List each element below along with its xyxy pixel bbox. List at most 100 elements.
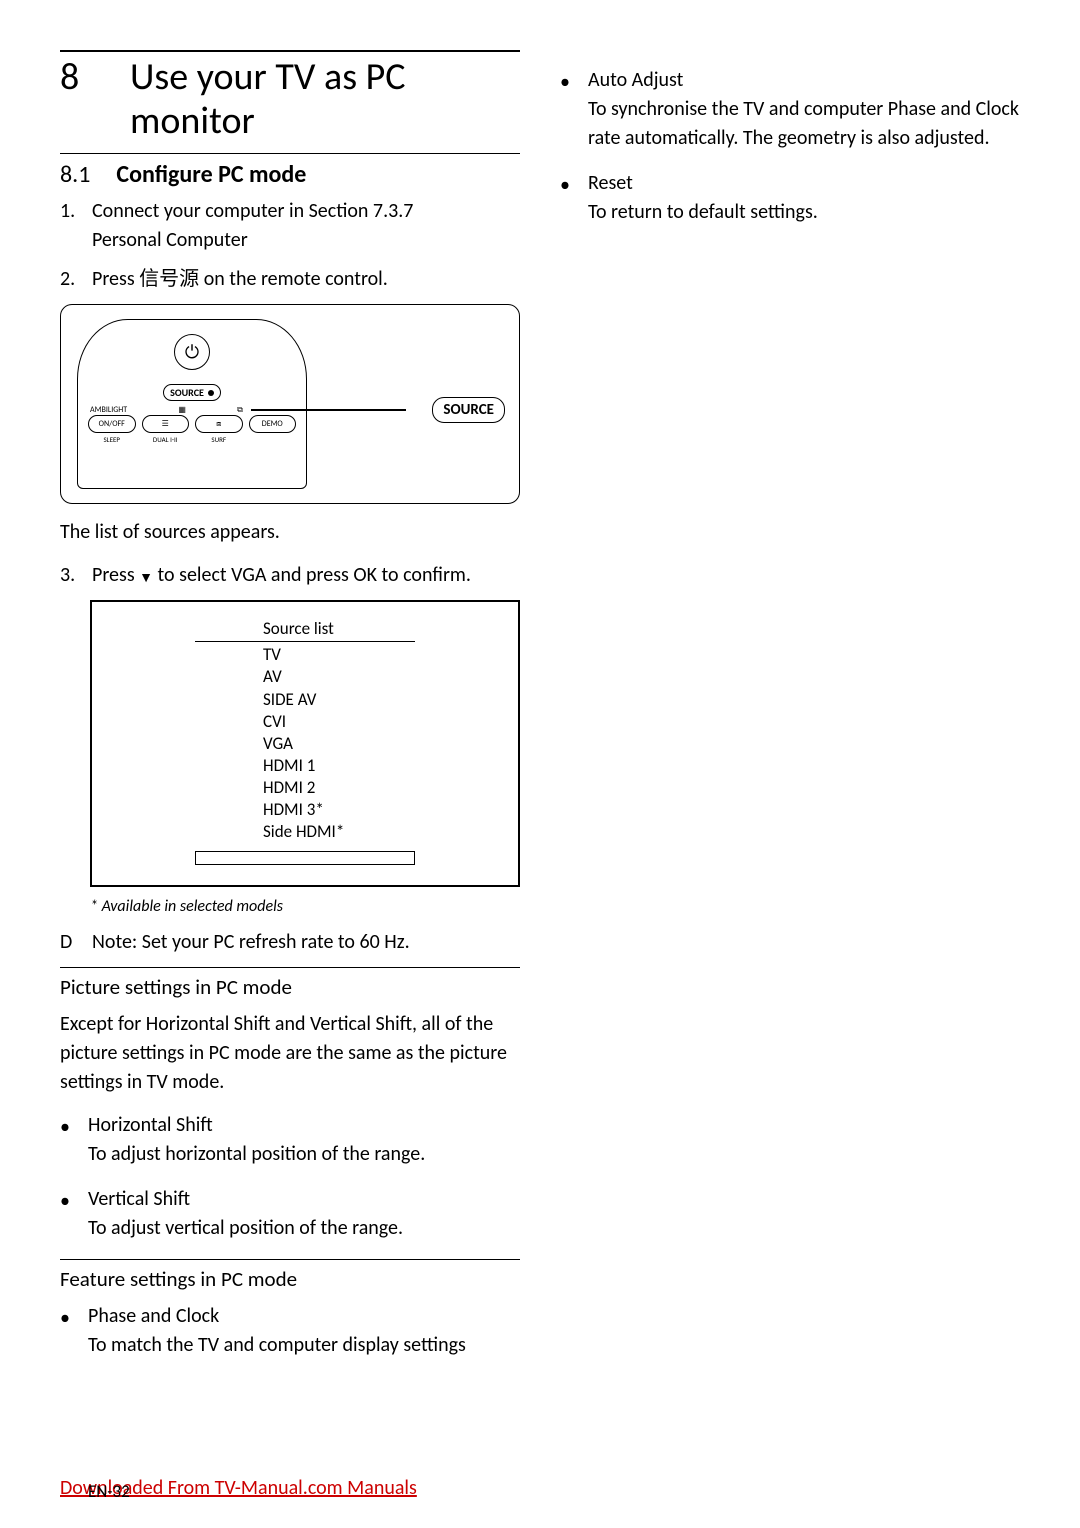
dual-label: DUAL I-II (142, 435, 190, 444)
step-1-secref: Section 7.3.7 (309, 199, 414, 223)
ambilight-label: AMBILIGHT (90, 405, 127, 415)
note-label: Note: (92, 930, 137, 954)
step-3-body: Press ▼ to select VGA and press OK to co… (92, 561, 520, 590)
onoff-button: ON/OFF (88, 415, 136, 433)
note-content: Note: Set your PC refresh rate to 60 Hz. (92, 928, 410, 957)
remote-body: ⏻ SOURCE AMBILIGHT ▦ ⧉ ON/OFF ☰ ⧈ DEMO S… (77, 319, 307, 489)
autoadj-d2: rate automatically. The geometry is also… (588, 126, 990, 150)
reset-content: Reset To return to default settings. (588, 169, 1020, 227)
bullet-autoadjust: • Auto Adjust To synchronise the TV and … (560, 66, 1020, 153)
phaseclock-term: Phase and Clock (88, 1302, 520, 1331)
settings-icon: ⧈ (195, 415, 243, 433)
step-2-suffix: on the remote control. (199, 267, 388, 291)
bullet-dot-icon: • (60, 1302, 70, 1360)
source-list-inner: Source list TV AV SIDE AV CVI VGA HDMI 1… (195, 618, 415, 865)
section-title: Configure PC mode (116, 160, 306, 189)
after-remote-text: The list of sources appears. (60, 518, 520, 547)
phaseclock-desc: To match the TV and computer display set… (88, 1333, 466, 1357)
bullet-phaseclock: • Phase and Clock To match the TV and co… (60, 1302, 520, 1360)
bullet-vshift: • Vertical Shift To adjust vertical posi… (60, 1185, 520, 1243)
picture-bullets: • Horizontal Shift To adjust horizontal … (60, 1111, 520, 1243)
source-pill-label: SOURCE (170, 386, 204, 399)
reset-term: Reset (588, 169, 1020, 198)
section-header: 8.1 Configure PC mode (60, 160, 520, 189)
feature-heading: Feature settings in PC mode (60, 1266, 520, 1292)
step-1: 1. Connect your computer in Section 7.3.… (60, 197, 520, 255)
step-2-number: 2. (60, 265, 82, 294)
note-text: Set your PC refresh rate to 60 Hz. (137, 930, 409, 954)
autoadjust-term: Auto Adjust (588, 66, 1020, 95)
power-icon: ⏻ (174, 334, 210, 370)
bullet-hshift: • Horizontal Shift To adjust horizontal … (60, 1111, 520, 1169)
step-3-prefix: Press (92, 563, 139, 587)
down-arrow-icon: ▼ (139, 568, 153, 588)
chapter-number: 8 (60, 56, 90, 100)
page-number: EN-32 (88, 1481, 130, 1502)
list-icon: ☰ (142, 415, 190, 433)
source-item-sidehdmi: Side HDMI* (195, 821, 415, 843)
clock-term: Clock (176, 1304, 219, 1328)
chapter-title: Use your TV as PC monitor (130, 56, 520, 143)
chapter-header: 8 Use your TV as PC monitor (60, 56, 520, 143)
picture-para: Except for Horizontal Shift and Vertical… (60, 1010, 520, 1097)
hshift-content: Horizontal Shift To adjust horizontal po… (88, 1111, 520, 1169)
source-list-scrollbar (195, 851, 415, 865)
source-item-cvi: CVI (195, 711, 415, 733)
step-3-number: 3. (60, 561, 82, 590)
source-item-tv: TV (195, 644, 415, 666)
reset-desc: To return to default settings. (588, 200, 818, 224)
step-2-body: Press 信号源 on the remote control. (92, 265, 520, 294)
surf-label: SURF (195, 435, 243, 444)
step-2-cjk: 信号源 (139, 267, 199, 291)
step-2-prefix: Press (92, 267, 139, 291)
rule-chapter-top (60, 50, 520, 52)
step-3-end: to confirm. (377, 563, 471, 587)
step-3-mid: to select VGA and press (153, 563, 353, 587)
vshift-term: Vertical Shift (88, 1185, 520, 1214)
bullet-dot-icon: • (60, 1111, 70, 1169)
autoadjust-content: Auto Adjust To synchronise the TV and co… (588, 66, 1020, 153)
bullet-dot-icon: • (560, 169, 570, 227)
step-3-ok: OK (353, 563, 377, 587)
picture-heading: Picture settings in PC mode (60, 974, 520, 1000)
bullet-reset: • Reset To return to default settings. (560, 169, 1020, 227)
footnote: * Available in selected models (90, 897, 520, 916)
source-item-hdmi3: HDMI 3* (195, 799, 415, 821)
phaseclock-content: Phase and Clock To match the TV and comp… (88, 1302, 520, 1360)
callout-line (251, 409, 406, 411)
source-dot-icon (208, 390, 214, 396)
source-item-vga: VGA (195, 733, 415, 755)
step-2: 2. Press 信号源 on the remote control. (60, 265, 520, 294)
configure-steps: 1. Connect your computer in Section 7.3.… (60, 197, 520, 294)
source-pill: SOURCE (163, 384, 221, 401)
autoadj-d1: To synchronise the TV and computer Phase… (588, 97, 976, 121)
autoadj-clock: Clock (976, 97, 1019, 121)
note-icon: D (60, 928, 78, 957)
sleep-label: SLEEP (88, 435, 136, 444)
remote-label-row-2: SLEEP DUAL I-II SURF (78, 433, 306, 444)
source-item-sideav: SIDE AV (195, 689, 415, 711)
note-row: D Note: Set your PC refresh rate to 60 H… (60, 928, 520, 957)
source-list-figure: Source list TV AV SIDE AV CVI VGA HDMI 1… (90, 600, 520, 887)
step-3: 3. Press ▼ to select VGA and press OK to… (60, 561, 520, 590)
rule-picture-top (60, 967, 520, 968)
rule-feature-top (60, 1259, 520, 1260)
step-1-suffix: Personal Computer (92, 228, 248, 252)
source-callout: SOURCE (432, 397, 505, 423)
source-item-av: AV (195, 666, 415, 688)
configure-steps-cont: 3. Press ▼ to select VGA and press OK to… (60, 561, 520, 590)
demo-button: DEMO (249, 415, 297, 433)
and-text: and (136, 1304, 176, 1328)
phase-term: Phase (88, 1304, 136, 1328)
step-1-prefix: Connect your computer in (92, 199, 309, 223)
step-1-number: 1. (60, 197, 82, 255)
hshift-term: Horizontal Shift (88, 1111, 520, 1140)
section-number: 8.1 (60, 160, 90, 189)
source-item-hdmi1: HDMI 1 (195, 755, 415, 777)
autoadjust-desc: To synchronise the TV and computer Phase… (588, 97, 1019, 150)
feature-bullets-left: • Phase and Clock To match the TV and co… (60, 1302, 520, 1360)
vshift-content: Vertical Shift To adjust vertical positi… (88, 1185, 520, 1243)
remote-diagram: ⏻ SOURCE AMBILIGHT ▦ ⧉ ON/OFF ☰ ⧈ DEMO S… (60, 304, 520, 504)
format-icon: ⧉ (237, 405, 243, 415)
remote-label-row: AMBILIGHT ▦ ⧉ (78, 401, 306, 415)
